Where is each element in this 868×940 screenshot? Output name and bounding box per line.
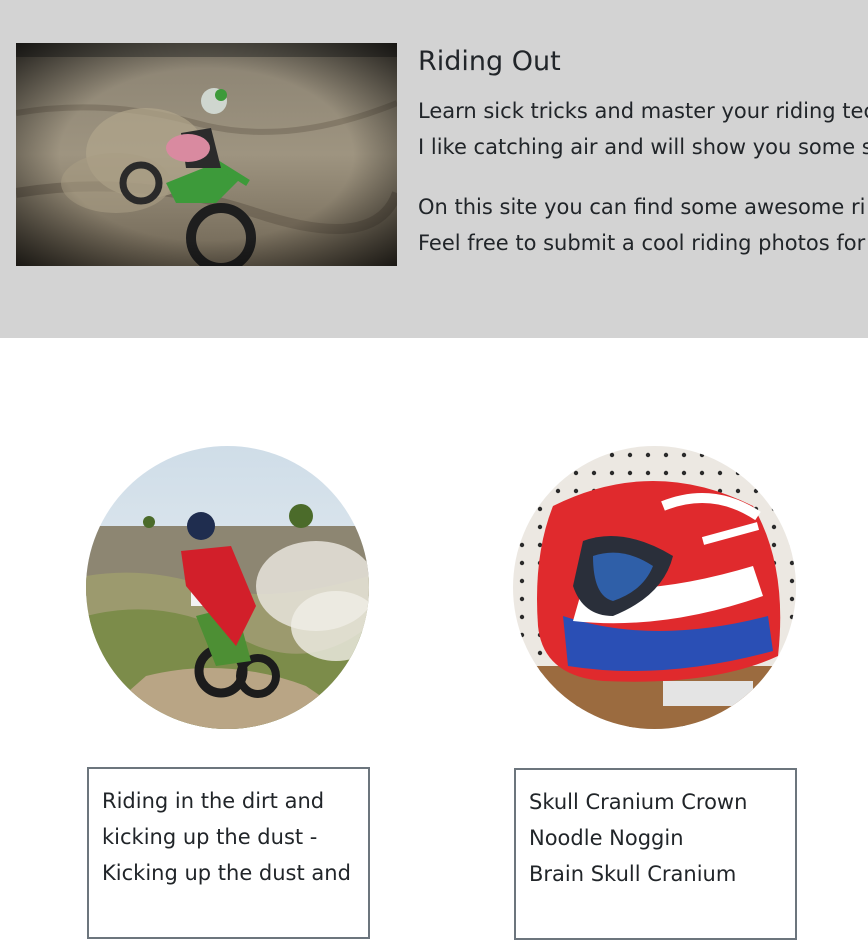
info-line: Feel free to submit a cool riding photos…	[418, 231, 866, 255]
caption-line: Noodle Noggin	[529, 826, 684, 850]
rider-caption-box: Riding in the dirt and kicking up the du…	[87, 767, 370, 939]
site-info-paragraph: On this site you can find some awesome r…	[418, 189, 865, 261]
intro-line: Learn sick tricks and master your riding…	[418, 99, 868, 123]
hero-banner: Riding Out Learn sick tricks and master …	[0, 0, 868, 338]
caption-line: Riding in the dirt and	[102, 789, 325, 813]
info-line: On this site you can find some awesome r…	[418, 195, 866, 219]
caption-line: Kicking up the dust and	[102, 861, 351, 885]
intro-paragraph: Learn sick tricks and master your riding…	[418, 93, 868, 165]
caption-line: Skull Cranium Crown	[529, 790, 748, 814]
intro-line: I like catching air and will show you so…	[418, 135, 868, 159]
helmet-caption-box: Skull Cranium Crown Noodle Noggin Brain …	[514, 768, 797, 940]
caption-line: Brain Skull Cranium	[529, 862, 737, 886]
caption-line: kicking up the dust -	[102, 825, 318, 849]
rider-photo	[86, 446, 369, 729]
hero-dirt-bike-photo	[16, 43, 397, 266]
page-title: Riding Out	[418, 46, 561, 77]
helmet-photo	[513, 446, 796, 729]
